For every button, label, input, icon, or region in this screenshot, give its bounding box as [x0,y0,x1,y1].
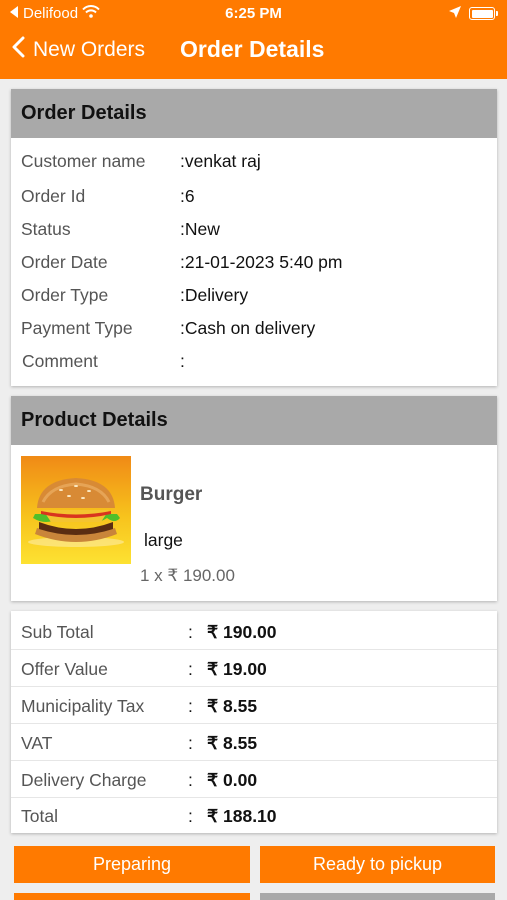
delivery-charge-value: ₹ 0.00 [207,770,258,790]
vat-row: VAT : ₹ 8.55 [11,724,497,761]
location-arrow-icon [449,5,461,22]
payment-type-value: :Cash on delivery [180,318,316,338]
status-right [449,5,498,22]
clock: 6:25 PM [225,5,282,22]
municipality-tax-label: Municipality Tax [21,696,145,716]
payment-type-label: Payment Type [21,318,133,338]
product-details-card: Product Details Burger large 1 x ₹ 190.0… [11,396,497,601]
delivery-charge-label: Delivery Charge [21,770,147,790]
chevron-left-icon [12,36,25,64]
back-label: New Orders [33,38,146,61]
product-quantity-price: 1 x ₹ 190.00 [140,566,235,585]
customer-name-value: :venkat raj [180,151,261,171]
order-date-value: :21-01-2023 5:40 pm [180,252,343,272]
total-label: Total [21,806,58,826]
navigation-bar: New Orders Order Details [0,30,507,75]
order-details-heading: Order Details [11,89,497,138]
delivery-charge-colon: : [188,770,193,790]
subtotal-row: Sub Total : ₹ 190.00 [11,613,497,650]
order-id-label: Order Id [21,186,86,206]
status-label: Status [21,219,71,239]
order-date-label: Order Date [21,252,108,272]
status-value: :New [180,219,220,239]
product-details-heading: Product Details [11,396,497,445]
municipality-tax-row: Municipality Tax : ₹ 8.55 [11,687,497,724]
battery-icon [469,7,498,20]
ready-to-pickup-button[interactable]: Ready to pickup [260,846,495,883]
product-size: large [144,530,183,550]
order-details-card: Order Details Customer name :venkat raj … [11,89,497,386]
next-action-button-left[interactable] [14,893,250,900]
totals-card: Sub Total : ₹ 190.00 Offer Value : ₹ 19.… [11,611,497,833]
offer-value-colon: : [188,659,193,679]
page-title: Order Details [180,36,325,62]
burger-image [21,456,131,564]
comment-label: Comment [22,351,98,371]
offer-value-value: ₹ 19.00 [207,659,267,679]
subtotal-label: Sub Total [21,622,94,642]
vat-label: VAT [21,733,53,753]
comment-value: : [180,351,185,371]
back-button[interactable]: New Orders [12,36,145,64]
order-type-value: :Delivery [180,285,249,305]
total-value: ₹ 188.10 [207,806,277,826]
total-colon: : [188,806,193,826]
order-type-label: Order Type [21,285,109,305]
vat-value: ₹ 8.55 [207,733,258,753]
preparing-button[interactable]: Preparing [14,846,250,883]
product-name: Burger [140,484,203,505]
top-bar: Delifood 6:25 PM New Orders Order Detail… [0,0,507,79]
subtotal-colon: : [188,622,193,642]
status-bar: Delifood 6:25 PM [0,0,507,28]
offer-value-label: Offer Value [21,659,108,679]
delivery-charge-row: Delivery Charge : ₹ 0.00 [11,761,497,798]
next-action-button-right[interactable] [260,893,495,900]
offer-value-row: Offer Value : ₹ 19.00 [11,650,497,687]
customer-name-label: Customer name [21,151,146,171]
order-id-value: :6 [180,186,195,206]
subtotal-value: ₹ 190.00 [207,622,277,642]
municipality-tax-colon: : [188,696,193,716]
vat-colon: : [188,733,193,753]
total-row: Total : ₹ 188.10 [11,797,497,834]
municipality-tax-value: ₹ 8.55 [207,696,258,716]
